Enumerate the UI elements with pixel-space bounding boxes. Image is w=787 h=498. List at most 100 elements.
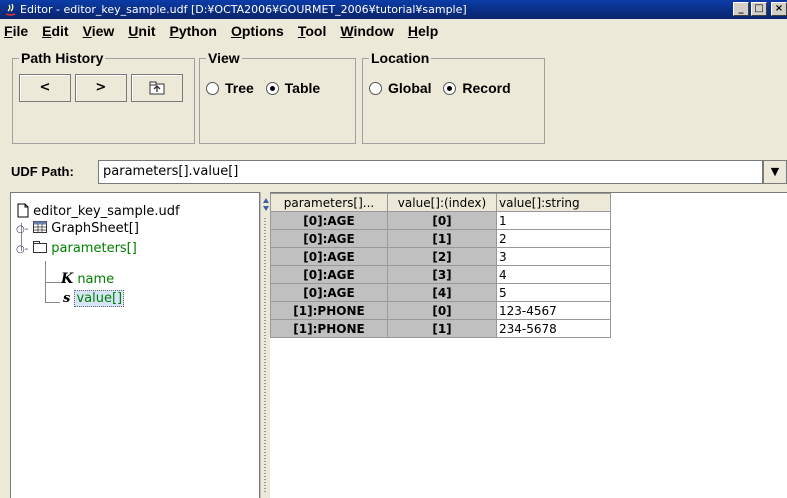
radio-checked-icon	[443, 81, 457, 95]
tree-item-label: parameters[]	[51, 241, 137, 256]
key-icon: K	[61, 271, 74, 287]
title-bar[interactable]: Editor - editor_key_sample.udf [D:¥OCTA2…	[0, 0, 787, 19]
close-button[interactable]: ×	[771, 2, 787, 16]
view-group: View Tree Table	[199, 50, 356, 144]
table-row: [0]:AGE [1] 2	[270, 229, 611, 248]
file-icon	[17, 203, 29, 218]
table-panel[interactable]: parameters[]... value[]:(index) value[]:…	[270, 192, 787, 498]
tree-root-label: editor_key_sample.udf	[33, 204, 180, 219]
path-history-group: Path History < >	[12, 50, 195, 144]
table-row: [0]:AGE [0] 1	[270, 211, 611, 230]
table-cell[interactable]: [0]:AGE	[270, 247, 388, 266]
table-cell[interactable]: [0]:AGE	[270, 229, 388, 248]
expand-handle-icon[interactable]: ○-	[16, 224, 29, 235]
view-tree-radio[interactable]: Tree	[206, 74, 254, 102]
up-button[interactable]	[130, 74, 183, 102]
location-group: Location Global Record	[362, 50, 545, 144]
menu-file[interactable]: File	[4, 23, 28, 39]
tree-item-parameters[interactable]: ○- parameters[]	[16, 241, 137, 256]
chevron-down-icon: ▼	[770, 165, 780, 178]
panel-splitter[interactable]	[260, 192, 269, 498]
tree-item-graphsheet[interactable]: ○- GraphSheet[]	[16, 221, 139, 236]
table-row: [0]:AGE [3] 4	[270, 265, 611, 284]
udf-path-input[interactable]: parameters[].value[]	[98, 160, 763, 184]
table-header-row: parameters[]... value[]:(index) value[]:…	[270, 193, 611, 212]
table-row: [1]:PHONE [1] 234-5678	[270, 319, 611, 338]
tree-item-label: GraphSheet[]	[51, 221, 139, 236]
tree-item-name[interactable]: K name	[61, 271, 114, 287]
folder-up-icon	[149, 81, 165, 94]
menu-bar: File Edit View Unit Python Options Tool …	[0, 19, 787, 43]
location-record-label: Record	[462, 80, 511, 96]
table-cell[interactable]: 123-4567	[496, 301, 611, 320]
udf-path-label: UDF Path:	[11, 164, 74, 179]
table-cell[interactable]: 234-5678	[496, 319, 611, 338]
table-cell[interactable]: 2	[496, 229, 611, 248]
table-cell[interactable]: [2]	[387, 247, 497, 266]
location-legend: Location	[371, 50, 430, 66]
view-tree-label: Tree	[225, 80, 254, 96]
view-legend: View	[208, 50, 240, 66]
table-cell[interactable]: [0]	[387, 301, 497, 320]
location-global-radio[interactable]: Global	[369, 74, 432, 102]
table-cell[interactable]: 3	[496, 247, 611, 266]
table-cell[interactable]: [1]:PHONE	[270, 301, 388, 320]
view-table-label: Table	[284, 80, 321, 96]
menu-python[interactable]: Python	[170, 23, 217, 39]
tree-item-label: value[]	[74, 290, 125, 307]
menu-help[interactable]: Help	[408, 23, 438, 39]
path-history-legend: Path History	[21, 50, 104, 66]
string-icon: s	[63, 291, 71, 306]
radio-unchecked-icon	[369, 81, 382, 95]
column-header[interactable]: parameters[]...	[270, 193, 388, 212]
table-cell[interactable]: 1	[496, 211, 611, 230]
table-cell[interactable]: 4	[496, 265, 611, 284]
tree-item-label: name	[77, 272, 115, 287]
radio-unchecked-icon	[206, 81, 219, 95]
table-cell[interactable]: [0]:AGE	[270, 211, 388, 230]
location-record-radio[interactable]: Record	[443, 74, 511, 102]
menu-tool[interactable]: Tool	[298, 23, 327, 39]
table-cell[interactable]: [0]	[387, 211, 497, 230]
menu-options[interactable]: Options	[231, 23, 284, 39]
window-title: Editor - editor_key_sample.udf [D:¥OCTA2…	[20, 3, 467, 16]
table-cell[interactable]: [1]	[387, 229, 497, 248]
tree-connector	[46, 302, 60, 303]
menu-edit[interactable]: Edit	[42, 23, 68, 39]
table-cell[interactable]: [0]:AGE	[270, 283, 388, 302]
menu-view[interactable]: View	[83, 23, 115, 39]
tree-item-value[interactable]: s value[]	[63, 290, 125, 307]
table-row: [1]:PHONE [0] 123-4567	[270, 301, 611, 320]
data-table: parameters[]... value[]:(index) value[]:…	[270, 193, 611, 338]
minimize-button[interactable]: _	[733, 2, 749, 16]
column-header[interactable]: value[]:string	[496, 193, 611, 212]
table-cell[interactable]: [4]	[387, 283, 497, 302]
radio-checked-icon	[265, 81, 279, 95]
splitter-grip	[264, 218, 266, 494]
table-row: [0]:AGE [2] 3	[270, 247, 611, 266]
menu-unit[interactable]: Unit	[128, 23, 155, 39]
view-table-radio[interactable]: Table	[265, 74, 321, 102]
table-cell[interactable]: [0]:AGE	[270, 265, 388, 284]
editor-window: Editor - editor_key_sample.udf [D:¥OCTA2…	[0, 0, 787, 498]
table-cell[interactable]: 5	[496, 283, 611, 302]
udf-path-bar: UDF Path: parameters[].value[] ▼	[0, 158, 787, 186]
table-icon	[33, 221, 48, 233]
maximize-button[interactable]: □	[751, 2, 767, 16]
splitter-right-arrow-icon[interactable]	[263, 206, 269, 211]
tree-panel[interactable]: editor_key_sample.udf ○- GraphSheet[] ○-…	[10, 192, 260, 498]
table-cell[interactable]: [1]:PHONE	[270, 319, 388, 338]
table-cell[interactable]: [1]	[387, 319, 497, 338]
location-global-label: Global	[388, 80, 432, 96]
udf-path-dropdown-button[interactable]: ▼	[763, 160, 787, 184]
forward-button[interactable]: >	[74, 74, 127, 102]
menu-window[interactable]: Window	[340, 23, 394, 39]
expand-handle-icon[interactable]: ○-	[16, 244, 29, 255]
table-cell[interactable]: [3]	[387, 265, 497, 284]
tree-root[interactable]: editor_key_sample.udf	[17, 203, 180, 219]
table-row: [0]:AGE [4] 5	[270, 283, 611, 302]
column-header[interactable]: value[]:(index)	[387, 193, 497, 212]
splitter-left-arrow-icon[interactable]	[263, 198, 269, 203]
tree-connector	[46, 282, 60, 283]
back-button[interactable]: <	[19, 74, 71, 102]
